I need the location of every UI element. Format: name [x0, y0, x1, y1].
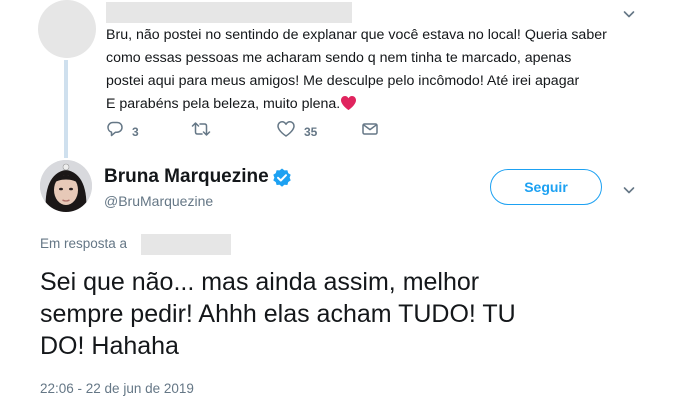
retweet-icon — [190, 120, 212, 143]
reply-action[interactable]: 3 — [106, 120, 139, 143]
author-handle[interactable]: @BruMarquezine — [104, 193, 213, 209]
reply-icon — [106, 120, 124, 143]
reply-author-name-redacted — [106, 2, 352, 23]
reply-author-avatar[interactable] — [38, 0, 96, 58]
author-display-name[interactable]: Bruna Marquezine — [104, 166, 269, 188]
chevron-down-icon[interactable] — [623, 8, 635, 20]
author-avatar[interactable] — [40, 160, 92, 212]
reply-count: 3 — [132, 124, 139, 139]
main-tweet-text: Sei que não... mas ainda assim, melhor s… — [40, 268, 516, 360]
reply-tweet-text: Bru, não postei no sentindo de explanar … — [106, 24, 646, 119]
retweet-action[interactable] — [190, 120, 220, 143]
follow-button[interactable]: Seguir — [490, 169, 602, 205]
heart-emoji-icon — [340, 95, 357, 119]
like-icon — [276, 120, 296, 143]
like-count: 35 — [304, 124, 318, 139]
thread-connector-line — [64, 60, 68, 158]
verified-badge-icon — [271, 167, 293, 189]
chevron-down-icon[interactable] — [623, 184, 635, 196]
tweet-timestamp[interactable]: 22:06 - 22 de jun de 2019 — [40, 381, 194, 396]
like-action[interactable]: 35 — [276, 120, 317, 143]
reply-to-label: Em resposta a — [40, 236, 128, 251]
message-action[interactable] — [361, 120, 379, 143]
message-icon — [361, 120, 379, 143]
reply-to-handle-redacted — [141, 234, 231, 255]
